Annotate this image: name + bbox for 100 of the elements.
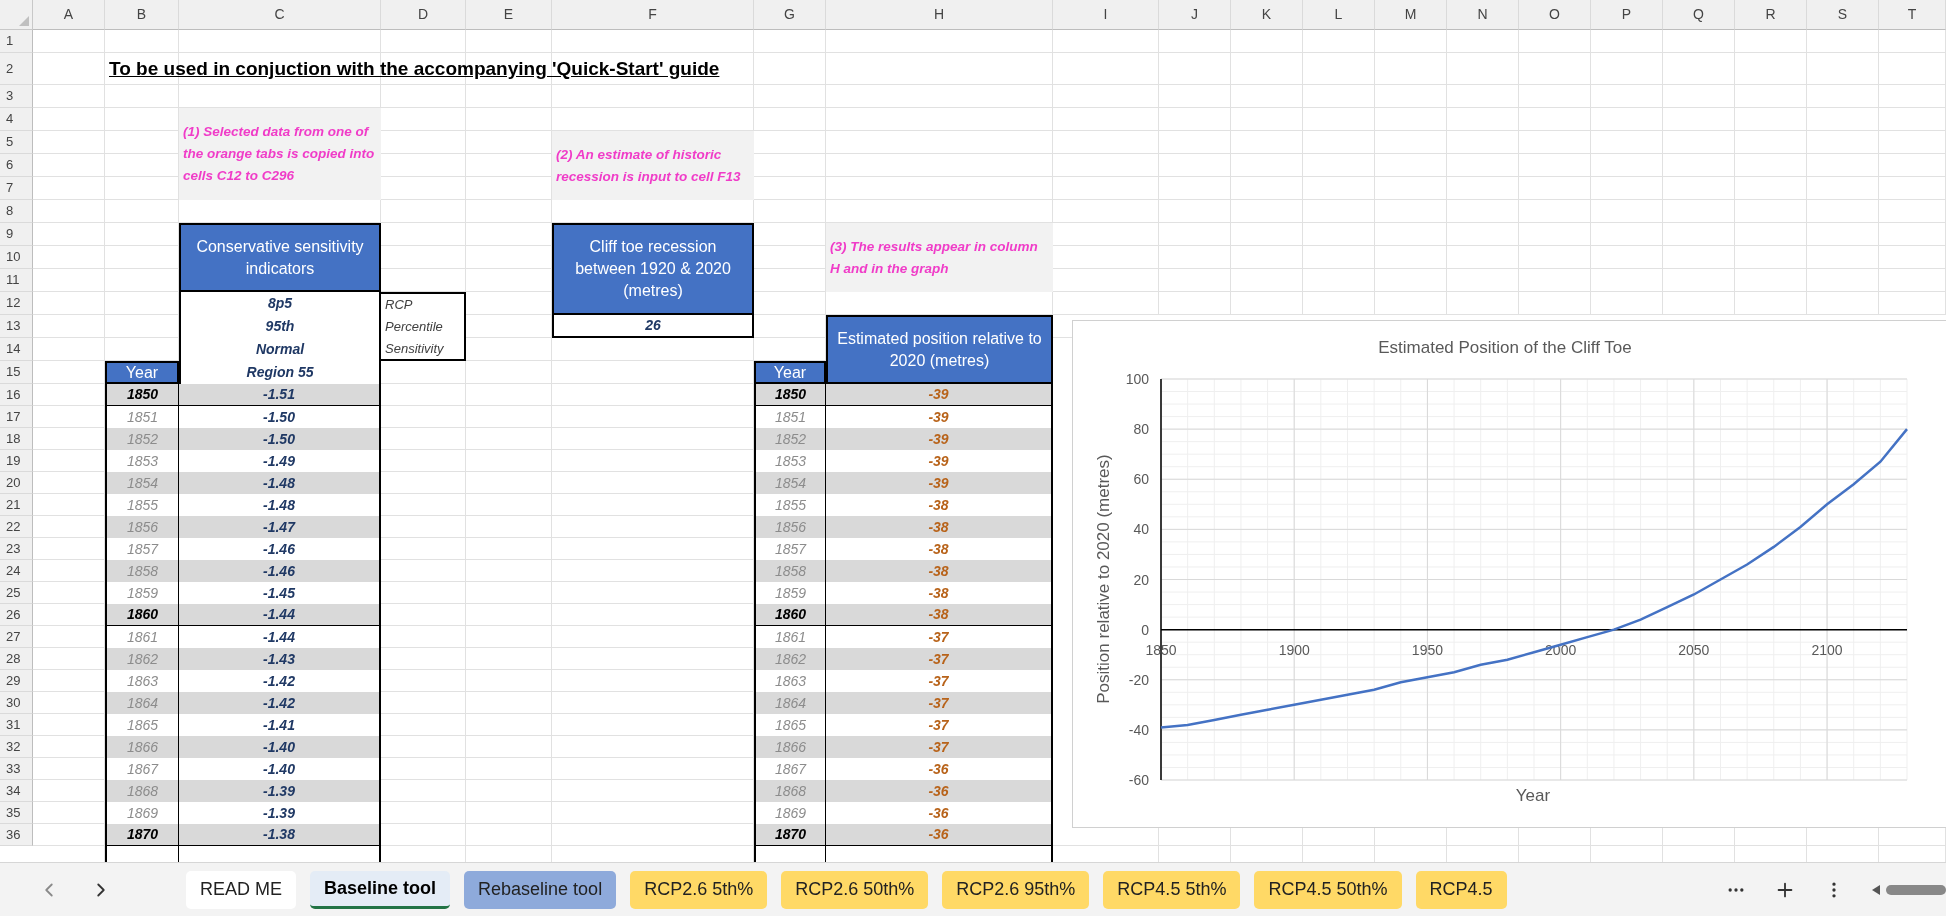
- row-header[interactable]: 5: [0, 131, 33, 154]
- row-header[interactable]: 8: [0, 200, 33, 223]
- row-header[interactable]: 10: [0, 246, 33, 269]
- row-header[interactable]: 34: [0, 780, 33, 802]
- row-header[interactable]: 27: [0, 626, 33, 648]
- column-header[interactable]: J: [1159, 0, 1231, 30]
- row-header[interactable]: 15: [0, 361, 33, 384]
- x-tick-label: 1900: [1278, 641, 1310, 658]
- row-header[interactable]: 32: [0, 736, 33, 758]
- year-cell: 1870: [105, 824, 179, 846]
- column-header[interactable]: O: [1519, 0, 1591, 30]
- year-cell: 1858: [105, 560, 179, 582]
- year-cell: 1863: [754, 670, 826, 692]
- column-header[interactable]: E: [466, 0, 552, 30]
- row-header[interactable]: 36: [0, 824, 33, 846]
- indicator-label: Sensitivity: [381, 338, 466, 361]
- value-cell: -1.51: [179, 384, 381, 406]
- value-cell: -36: [826, 802, 1053, 824]
- row-header[interactable]: 7: [0, 177, 33, 200]
- year-cell: 1869: [105, 802, 179, 824]
- value-cell: -1.40: [179, 736, 381, 758]
- column-header[interactable]: L: [1303, 0, 1375, 30]
- sheet-tab[interactable]: READ ME: [186, 870, 296, 909]
- row-header[interactable]: 18: [0, 428, 33, 450]
- row-header[interactable]: 3: [0, 85, 33, 108]
- column-header[interactable]: I: [1053, 0, 1159, 30]
- column-header[interactable]: S: [1807, 0, 1879, 30]
- column-header[interactable]: A: [33, 0, 105, 30]
- value-cell: -1.48: [179, 494, 381, 516]
- column-header[interactable]: M: [1375, 0, 1447, 30]
- scrollbar-thumb[interactable]: [1886, 884, 1946, 895]
- sheet-tab[interactable]: Rebaseline tool: [464, 870, 617, 909]
- row-header[interactable]: 25: [0, 582, 33, 604]
- row-header[interactable]: 17: [0, 406, 33, 428]
- sheet-tab[interactable]: RCP4.5 5th%: [1103, 870, 1241, 909]
- row-header[interactable]: 28: [0, 648, 33, 670]
- row-header[interactable]: 35: [0, 802, 33, 824]
- row-header[interactable]: 13: [0, 315, 33, 338]
- column-header[interactable]: Q: [1663, 0, 1735, 30]
- row-header[interactable]: 6: [0, 154, 33, 177]
- row-header[interactable]: 2: [0, 53, 33, 85]
- sheet-tab[interactable]: RCP2.6 95th%: [942, 870, 1090, 909]
- column-header[interactable]: T: [1879, 0, 1946, 30]
- column-header[interactable]: G: [754, 0, 826, 30]
- row-header[interactable]: 26: [0, 604, 33, 626]
- column-header[interactable]: N: [1447, 0, 1519, 30]
- sheet-tab[interactable]: RCP2.6 50th%: [781, 870, 929, 909]
- year-cell: 1860: [105, 604, 179, 626]
- value-cell: -38: [826, 582, 1053, 604]
- column-header[interactable]: P: [1591, 0, 1663, 30]
- value-cell: -38: [826, 516, 1053, 538]
- row-header[interactable]: 33: [0, 758, 33, 780]
- row-header[interactable]: 20: [0, 472, 33, 494]
- sheet-tab[interactable]: RCP2.6 5th%: [630, 870, 768, 909]
- row-header[interactable]: 11: [0, 269, 33, 292]
- value-cell: -1.39: [179, 780, 381, 802]
- row-header[interactable]: 1: [0, 30, 33, 53]
- column-header[interactable]: D: [381, 0, 466, 30]
- sheet-tab[interactable]: RCP4.5: [1415, 870, 1507, 909]
- year-cell: 1864: [754, 692, 826, 714]
- row-header[interactable]: 21: [0, 494, 33, 516]
- row-header[interactable]: 22: [0, 516, 33, 538]
- row-header[interactable]: 12: [0, 292, 33, 315]
- column-header[interactable]: F: [552, 0, 754, 30]
- row-header[interactable]: 24: [0, 560, 33, 582]
- column-header[interactable]: H: [826, 0, 1053, 30]
- year-cell: 1869: [754, 802, 826, 824]
- row-header[interactable]: 19: [0, 450, 33, 472]
- indicator-value: 95th: [179, 315, 381, 338]
- column-header[interactable]: R: [1735, 0, 1807, 30]
- value-cell: -37: [826, 626, 1053, 648]
- row-header[interactable]: 30: [0, 692, 33, 714]
- input-cell[interactable]: 26: [552, 315, 754, 338]
- row-header[interactable]: 31: [0, 714, 33, 736]
- scroll-left-arrow-icon[interactable]: [1872, 884, 1880, 895]
- year-cell: 1859: [105, 582, 179, 604]
- row-header[interactable]: 16: [0, 384, 33, 406]
- sheet-tab[interactable]: Baseline tool: [310, 870, 451, 909]
- column-header[interactable]: K: [1231, 0, 1303, 30]
- row-header[interactable]: 29: [0, 670, 33, 692]
- year-cell: 1864: [105, 692, 179, 714]
- table-header: Cliff toe recession between 1920 & 2020 (metres): [552, 223, 754, 315]
- row-header[interactable]: 4: [0, 108, 33, 131]
- column-header[interactable]: B: [105, 0, 179, 30]
- value-cell: -1.43: [179, 648, 381, 670]
- sheet-tab[interactable]: RCP4.5 50th%: [1254, 870, 1402, 909]
- value-cell: -1.50: [179, 406, 381, 428]
- value-cell: -37: [826, 670, 1053, 692]
- year-cell: 1866: [105, 736, 179, 758]
- sheet-title: To be used in conjuction with the accompanying 'Quick-Start' guide: [109, 56, 720, 81]
- year-cell: 1859: [754, 582, 826, 604]
- instruction-note: (3) The results appear in column H and in the graph: [830, 237, 1039, 278]
- row-header[interactable]: 14: [0, 338, 33, 361]
- value-cell: -1.46: [179, 560, 381, 582]
- indicator-value: 8p5: [179, 292, 381, 315]
- column-header[interactable]: C: [179, 0, 381, 30]
- row-header[interactable]: 23: [0, 538, 33, 560]
- row-header[interactable]: 9: [0, 223, 33, 246]
- y-tick-label: 0: [1141, 621, 1149, 638]
- x-tick-label: 1950: [1411, 641, 1443, 658]
